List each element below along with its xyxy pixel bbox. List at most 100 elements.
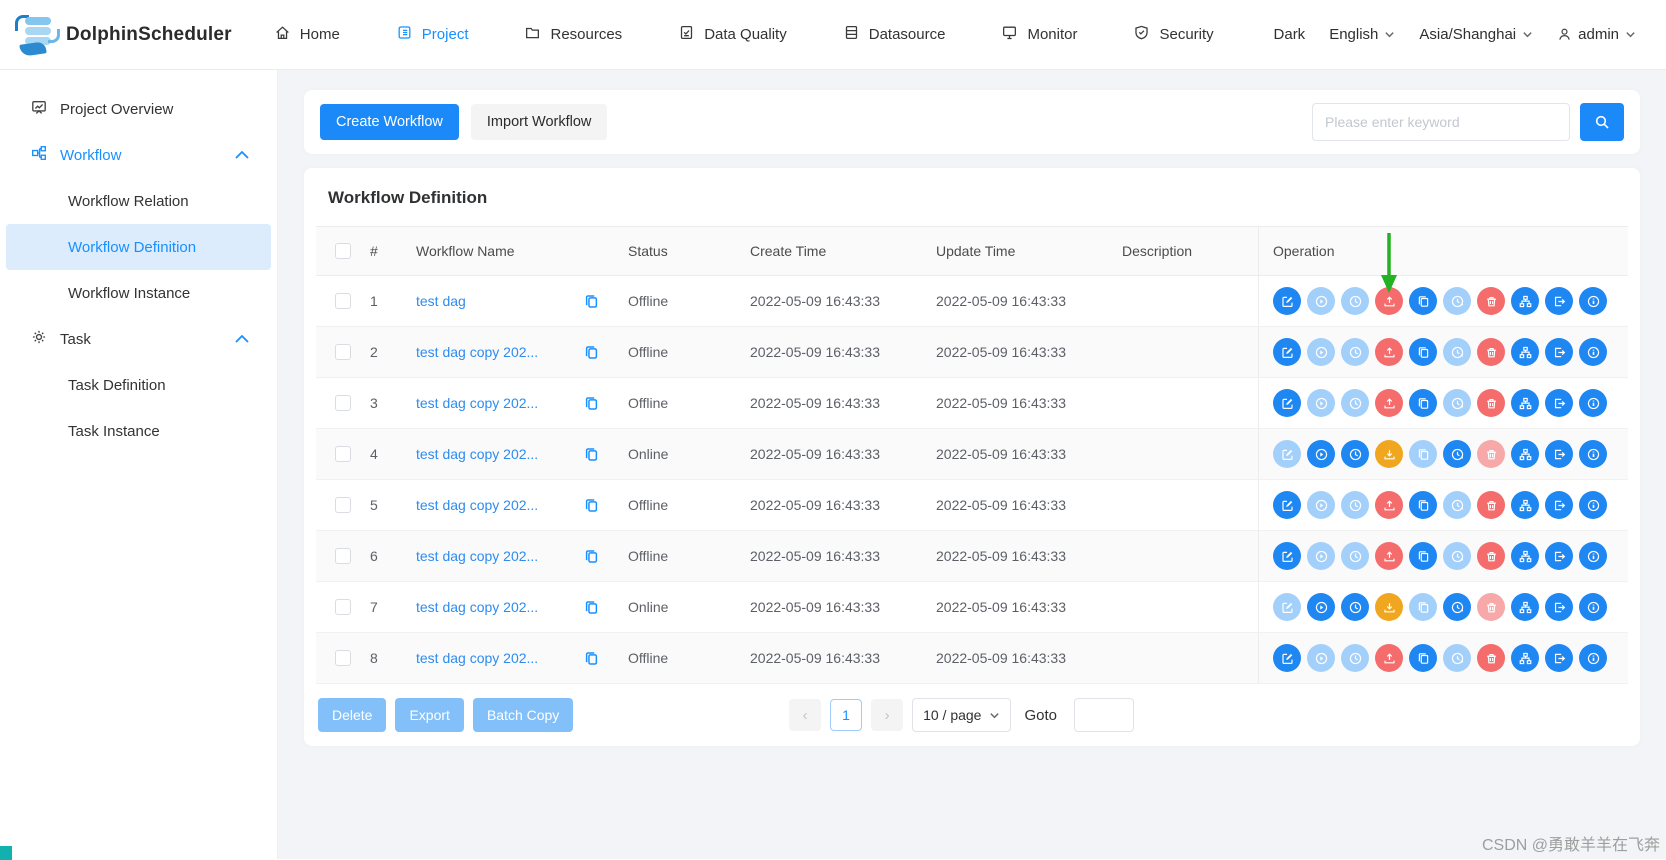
delete-workflow-button[interactable] [1477,287,1505,315]
cron-manage-button[interactable] [1443,593,1471,621]
export-workflow-button[interactable] [1545,644,1573,672]
copy-workflow-button[interactable] [1409,491,1437,519]
copy-name-icon[interactable] [583,446,600,463]
export-workflow-button[interactable] [1545,491,1573,519]
sidebar-item-task-instance[interactable]: Task Instance [6,408,271,454]
publish-toggle-button[interactable] [1375,287,1403,315]
tree-view-button[interactable] [1511,644,1539,672]
cron-manage-button[interactable] [1443,644,1471,672]
start-button[interactable] [1307,338,1335,366]
sidebar-item-task[interactable]: Task [6,316,271,362]
workflow-name-link[interactable]: test dag copy 202... [416,446,538,462]
edit-button[interactable] [1273,338,1301,366]
tree-view-button[interactable] [1511,542,1539,570]
tree-view-button[interactable] [1511,593,1539,621]
copy-name-icon[interactable] [583,599,600,616]
export-workflow-button[interactable] [1545,389,1573,417]
version-info-button[interactable] [1579,542,1607,570]
start-button[interactable] [1307,491,1335,519]
row-checkbox[interactable] [335,293,351,309]
sidebar-item-workflow[interactable]: Workflow [6,132,271,178]
publish-toggle-button[interactable] [1375,593,1403,621]
copy-workflow-button[interactable] [1409,542,1437,570]
publish-toggle-button[interactable] [1375,440,1403,468]
timing-button[interactable] [1341,287,1369,315]
timing-button[interactable] [1341,491,1369,519]
cron-manage-button[interactable] [1443,338,1471,366]
timing-button[interactable] [1341,389,1369,417]
sidebar-item-project-overview[interactable]: Project Overview [6,86,271,132]
nav-item-monitor[interactable]: Monitor [1001,24,1077,45]
workflow-name-link[interactable]: test dag copy 202... [416,599,538,615]
start-button[interactable] [1307,287,1335,315]
create-workflow-button[interactable]: Create Workflow [320,104,459,140]
workflow-name-link[interactable]: test dag copy 202... [416,395,538,411]
cron-manage-button[interactable] [1443,389,1471,417]
sidebar-item-workflow-relation[interactable]: Workflow Relation [6,178,271,224]
timing-button[interactable] [1341,593,1369,621]
row-checkbox[interactable] [335,497,351,513]
workflow-name-link[interactable]: test dag [416,293,466,309]
copy-name-icon[interactable] [583,548,600,565]
cron-manage-button[interactable] [1443,542,1471,570]
version-info-button[interactable] [1579,440,1607,468]
copy-name-icon[interactable] [583,395,600,412]
prev-page-button[interactable]: ‹ [789,699,822,731]
sidebar-item-workflow-instance[interactable]: Workflow Instance [6,270,271,316]
nav-item-home[interactable]: Home [274,24,340,45]
row-checkbox[interactable] [335,395,351,411]
export-workflow-button[interactable] [1545,440,1573,468]
tree-view-button[interactable] [1511,287,1539,315]
edit-button[interactable] [1273,287,1301,315]
workflow-name-link[interactable]: test dag copy 202... [416,650,538,666]
delete-workflow-button[interactable] [1477,644,1505,672]
batch-export-button[interactable]: Export [395,698,464,732]
start-button[interactable] [1307,542,1335,570]
timing-button[interactable] [1341,644,1369,672]
cron-manage-button[interactable] [1443,287,1471,315]
nav-item-datasource[interactable]: Datasource [843,24,945,45]
version-info-button[interactable] [1579,644,1607,672]
user-menu[interactable]: admin [1557,26,1636,43]
version-info-button[interactable] [1579,338,1607,366]
timezone-select[interactable]: Asia/Shanghai [1419,26,1533,43]
version-info-button[interactable] [1579,491,1607,519]
delete-workflow-button[interactable] [1477,593,1505,621]
tree-view-button[interactable] [1511,440,1539,468]
workflow-name-link[interactable]: test dag copy 202... [416,497,538,513]
publish-toggle-button[interactable] [1375,491,1403,519]
edit-button[interactable] [1273,542,1301,570]
edit-button[interactable] [1273,389,1301,417]
import-workflow-button[interactable]: Import Workflow [470,104,608,140]
workflow-name-link[interactable]: test dag copy 202... [416,344,538,360]
select-all-checkbox[interactable] [335,243,351,259]
tree-view-button[interactable] [1511,338,1539,366]
start-button[interactable] [1307,593,1335,621]
edit-button[interactable] [1273,593,1301,621]
nav-item-project[interactable]: Project [396,24,468,45]
edit-button[interactable] [1273,491,1301,519]
batch-copy-button[interactable]: Batch Copy [472,698,574,732]
export-workflow-button[interactable] [1545,287,1573,315]
start-button[interactable] [1307,440,1335,468]
copy-workflow-button[interactable] [1409,644,1437,672]
delete-workflow-button[interactable] [1477,542,1505,570]
edit-button[interactable] [1273,440,1301,468]
sidebar-item-workflow-definition[interactable]: Workflow Definition [6,224,271,270]
workflow-name-link[interactable]: test dag copy 202... [416,548,538,564]
copy-name-icon[interactable] [583,497,600,514]
publish-toggle-button[interactable] [1375,338,1403,366]
nav-item-data-quality[interactable]: Data Quality [678,24,787,45]
copy-workflow-button[interactable] [1409,440,1437,468]
delete-workflow-button[interactable] [1477,440,1505,468]
timing-button[interactable] [1341,338,1369,366]
cron-manage-button[interactable] [1443,491,1471,519]
start-button[interactable] [1307,389,1335,417]
copy-workflow-button[interactable] [1409,389,1437,417]
publish-toggle-button[interactable] [1375,644,1403,672]
copy-name-icon[interactable] [583,344,600,361]
timing-button[interactable] [1341,542,1369,570]
search-button[interactable] [1580,103,1624,141]
nav-item-security[interactable]: Security [1133,24,1214,45]
export-workflow-button[interactable] [1545,338,1573,366]
